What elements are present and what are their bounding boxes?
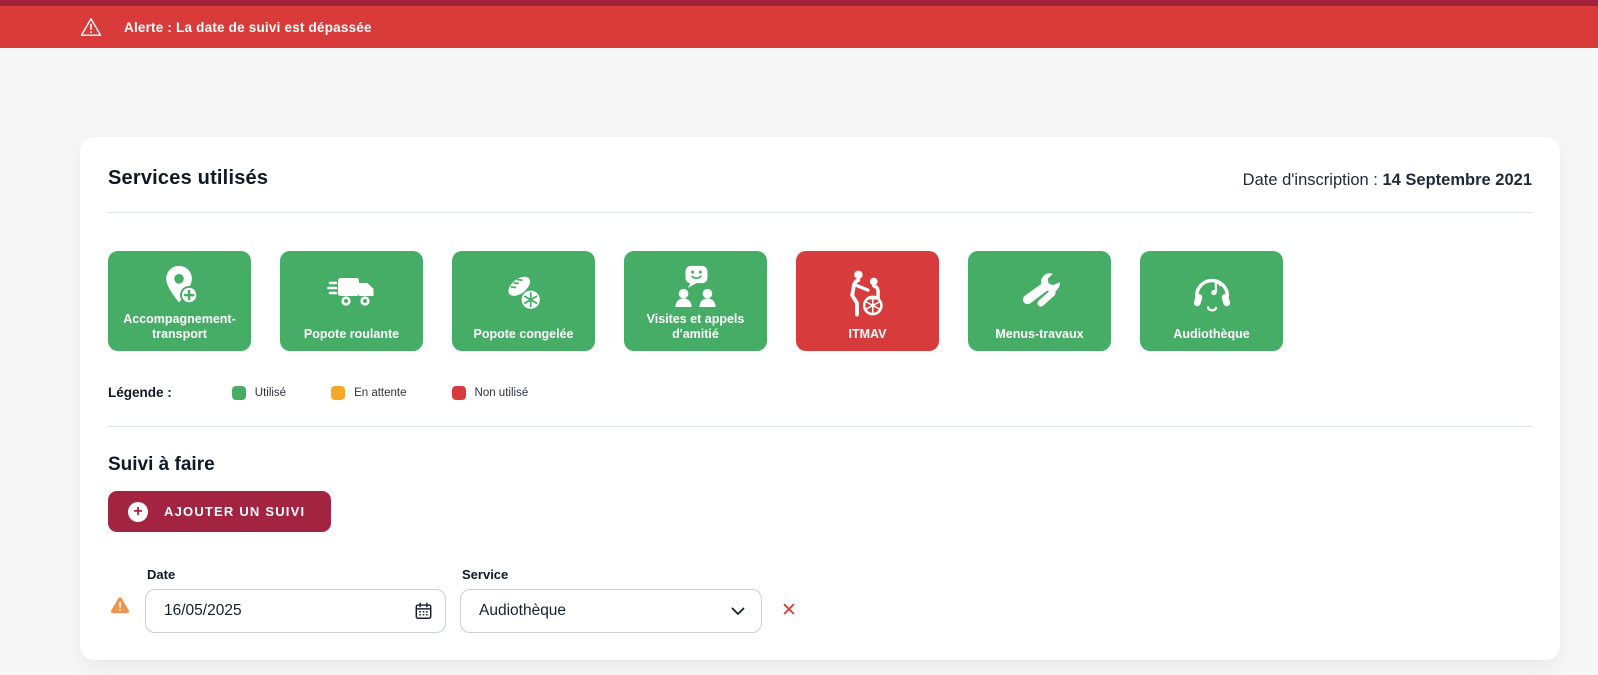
date-input-wrapper [145,589,446,633]
service-tile-label: Menus-travaux [995,327,1083,342]
legend-swatch-green [232,386,246,400]
service-tile-label: Audiothèque [1173,327,1249,342]
legend-label: Non utilisé [475,387,529,399]
date-input[interactable] [146,602,445,620]
service-select-value: Audiothèque [479,602,566,620]
remove-suivi-button[interactable]: ✕ [781,601,797,620]
service-tile-label: Visites et appels d'amitié [632,312,759,342]
service-tile-label: Popote congelée [473,327,573,342]
service-tile-audiotheque[interactable]: Audiothèque [1140,251,1283,351]
service-tiles: Accompagnement-transport Popote roulante [108,251,1532,351]
service-tile-visites-appels[interactable]: Visites et appels d'amitié [624,251,767,351]
date-field-group: Date [145,567,446,633]
inscription-value: 14 Septembre 2021 [1382,171,1532,189]
inscription-date: Date d'inscription : 14 Septembre 2021 [1243,171,1532,190]
add-suivi-button[interactable]: + AJOUTER UN SUIVI [108,491,331,532]
service-tile-accompagnement-transport[interactable]: Accompagnement-transport [108,251,251,351]
alert-message: Alerte : La date de suivi est dépassée [124,20,372,35]
date-label: Date [147,567,446,582]
legend-label: En attente [354,387,406,399]
plus-glyph: + [133,504,142,520]
delivery-truck-icon [327,259,377,327]
tools-icon [1017,259,1063,327]
overdue-warning-icon [110,596,130,620]
service-tile-label: Accompagnement-transport [116,312,243,342]
services-panel: Services utilisés Date d'inscription : 1… [80,137,1560,660]
wheelchair-assist-icon [845,259,891,327]
frozen-food-icon [501,259,547,327]
inscription-label: Date d'inscription : [1243,171,1378,189]
suivi-row: Date Service Audiothèque [108,567,1532,633]
legend: Légende : Utilisé En attente Non utilisé [108,385,1532,400]
service-tile-menus-travaux[interactable]: Menus-travaux [968,251,1111,351]
suivi-title: Suivi à faire [108,454,1532,476]
service-field-group: Service Audiothèque [460,567,762,633]
legend-swatch-red [452,386,466,400]
service-tile-popote-roulante[interactable]: Popote roulante [280,251,423,351]
legend-item-en-attente: En attente [331,386,406,400]
service-tile-popote-congelee[interactable]: Popote congelée [452,251,595,351]
service-tile-itmav[interactable]: ITMAV [796,251,939,351]
service-tile-label: ITMAV [849,327,887,342]
panel-title: Services utilisés [108,167,268,190]
legend-swatch-orange [331,386,345,400]
alert-banner: Alerte : La date de suivi est dépassée [0,6,1598,48]
service-select[interactable]: Audiothèque [460,589,762,633]
plus-icon: + [128,502,148,522]
legend-item-non-utilise: Non utilisé [452,386,529,400]
header-divider [108,212,1532,213]
add-suivi-button-label: AJOUTER UN SUIVI [164,504,305,519]
legend-label: Utilisé [255,387,286,399]
alert-warning-triangle-icon [80,17,102,37]
calendar-icon[interactable] [415,603,432,620]
legend-title: Légende : [108,385,172,400]
location-pin-plus-icon [157,259,203,312]
legend-item-utilise: Utilisé [232,386,286,400]
service-label: Service [462,567,762,582]
section-divider [108,426,1532,427]
chat-people-icon [673,259,719,312]
chevron-down-icon [731,607,745,616]
service-tile-label: Popote roulante [304,327,399,342]
headphones-music-icon [1189,259,1235,327]
